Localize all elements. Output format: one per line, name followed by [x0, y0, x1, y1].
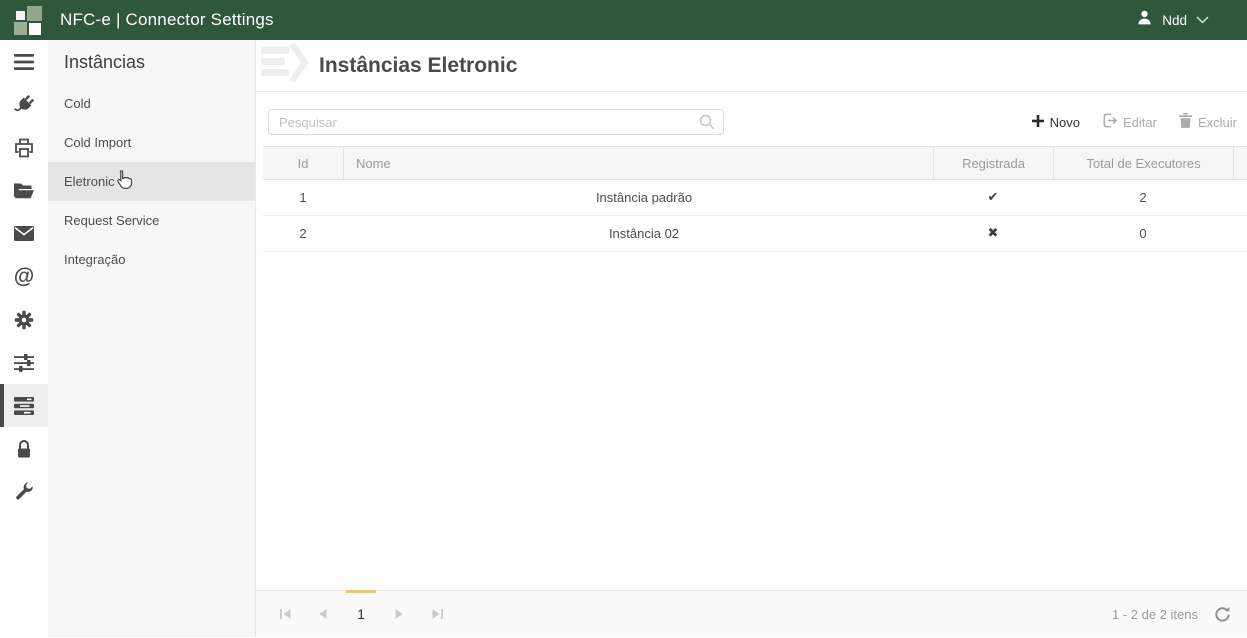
edit-export-icon: [1102, 113, 1117, 131]
page-1-button[interactable]: 1: [342, 591, 380, 638]
app-logo: [12, 4, 46, 36]
edit-button[interactable]: Editar: [1102, 113, 1157, 131]
logo-square: [29, 23, 41, 35]
next-page-button[interactable]: [380, 591, 418, 638]
sidebar-title: Instâncias: [48, 40, 255, 84]
column-header-spacer: [1233, 147, 1247, 179]
sidebar-item-cold[interactable]: Cold: [48, 84, 255, 123]
mail-icon[interactable]: [0, 212, 48, 255]
sidebar-item-request-service[interactable]: Request Service: [48, 201, 255, 240]
page-title: Instâncias Eletronic: [319, 54, 517, 78]
column-header-nome[interactable]: Nome: [343, 147, 933, 179]
page-header: Instâncias Eletronic: [256, 40, 1247, 92]
user-name: Ndd: [1162, 13, 1187, 28]
app-window: NFC-e | Connector Settings Ndd @: [0, 0, 1247, 637]
plug-icon[interactable]: [0, 83, 48, 126]
pager-summary: 1 - 2 de 2 itens: [1112, 607, 1198, 622]
chevron-down-icon: [1196, 11, 1209, 29]
menu-icon[interactable]: [0, 40, 48, 83]
icon-rail: @: [0, 40, 48, 637]
cell-executores: 0: [1053, 216, 1233, 251]
instances-table: Id Nome Registrada Total de Executores 1…: [263, 146, 1247, 252]
search-wrap: [268, 109, 724, 135]
pager: 1 1 - 2 de 2 itens: [256, 590, 1247, 637]
previous-page-button[interactable]: [304, 591, 342, 638]
table-row[interactable]: 2 Instância 02 ✖ 0: [263, 216, 1247, 252]
logo-square: [27, 6, 42, 21]
search-input[interactable]: [268, 109, 724, 135]
cross-icon: ✖: [933, 216, 1053, 251]
selected-page-indicator: [346, 590, 376, 593]
sidebar-item-cold-import[interactable]: Cold Import: [48, 123, 255, 162]
server-icon[interactable]: [0, 384, 48, 427]
lock-icon[interactable]: [0, 427, 48, 470]
folder-open-icon[interactable]: [0, 169, 48, 212]
refresh-icon[interactable]: [1214, 606, 1231, 623]
logo-square: [16, 11, 25, 20]
instances-ghost-icon: [259, 41, 311, 90]
new-button[interactable]: Novo: [1032, 115, 1080, 130]
cell-executores: 2: [1053, 180, 1233, 215]
cell-nome: Instância padrão: [343, 180, 933, 215]
check-icon: ✔: [933, 180, 1053, 215]
first-page-button[interactable]: [266, 591, 304, 638]
table-header-row: Id Nome Registrada Total de Executores: [263, 146, 1247, 180]
table-row[interactable]: 1 Instância padrão ✔ 2: [263, 180, 1247, 216]
at-sign-icon[interactable]: @: [0, 255, 48, 298]
user-icon: [1136, 9, 1153, 31]
column-header-total[interactable]: Total de Executores: [1053, 147, 1233, 179]
column-header-id[interactable]: Id: [263, 147, 343, 179]
user-menu[interactable]: Ndd: [1136, 9, 1247, 31]
cell-id: 1: [263, 180, 343, 215]
plus-icon: [1032, 115, 1044, 130]
toolbar: Novo Editar Excluir: [268, 109, 1237, 135]
search-icon[interactable]: [699, 114, 715, 135]
logo-square: [14, 22, 27, 35]
cell-nome: Instância 02: [343, 216, 933, 251]
app-title: NFC-e | Connector Settings: [60, 10, 274, 30]
toolbar-buttons: Novo Editar Excluir: [1032, 113, 1237, 131]
trash-icon: [1179, 113, 1192, 131]
sidebar-item-integracao[interactable]: Integração: [48, 240, 255, 279]
delete-button[interactable]: Excluir: [1179, 113, 1237, 131]
last-page-button[interactable]: [418, 591, 456, 638]
gear-icon[interactable]: [0, 298, 48, 341]
sidebar-item-eletronic[interactable]: Eletronic: [48, 162, 255, 201]
cell-id: 2: [263, 216, 343, 251]
printer-icon[interactable]: [0, 126, 48, 169]
column-header-registrada[interactable]: Registrada: [933, 147, 1053, 179]
sliders-icon[interactable]: [0, 341, 48, 384]
main-content: Instâncias Eletronic Novo: [255, 40, 1247, 637]
top-header: NFC-e | Connector Settings Ndd: [0, 0, 1247, 40]
sidebar: Instâncias Cold Cold Import Eletronic Re…: [48, 40, 255, 637]
wrench-icon[interactable]: [0, 470, 48, 513]
